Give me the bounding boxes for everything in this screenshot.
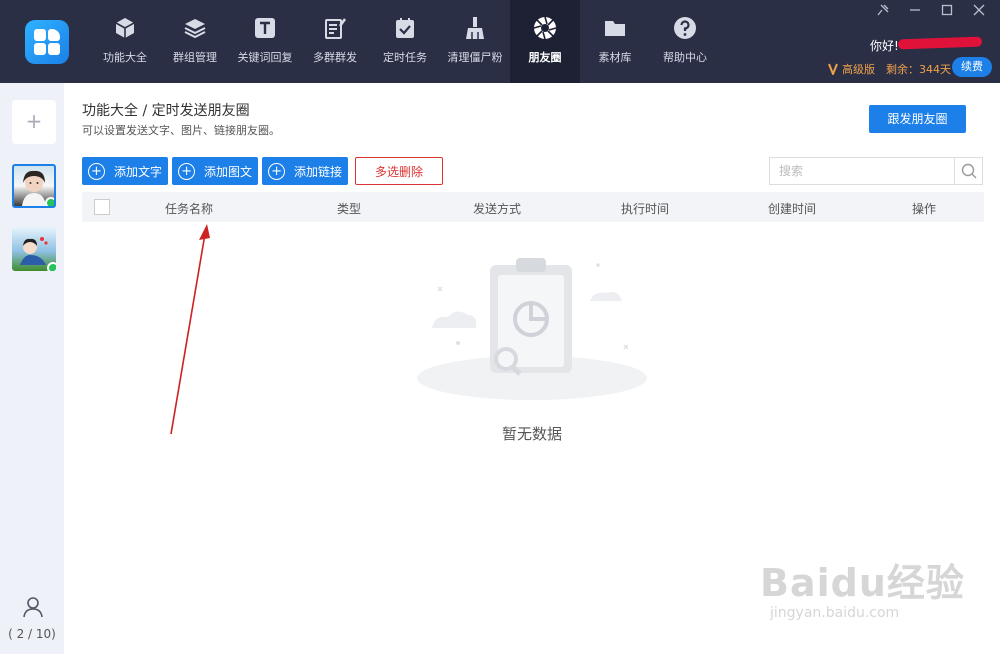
account-avatar[interactable] <box>12 164 56 208</box>
search-box <box>769 157 983 185</box>
minimize-icon[interactable] <box>908 4 922 20</box>
edit-note-icon <box>323 16 347 40</box>
action-toolbar: + 添加文字 + 添加图文 + 添加链接 多选删除 <box>82 157 444 185</box>
redaction-mark <box>897 36 983 50</box>
follow-moments-button[interactable]: 跟发朋友圈 <box>869 105 966 133</box>
button-label: 添加文字 <box>114 164 163 179</box>
add-image-text-button[interactable]: + 添加图文 <box>172 157 259 185</box>
plus-circle-icon: + <box>178 162 196 180</box>
plan-label: 高级版 <box>842 63 875 76</box>
nav-label: 定时任务 <box>383 51 427 64</box>
app-logo <box>25 20 69 64</box>
nav-label: 关键词回复 <box>237 51 293 64</box>
plus-circle-icon: + <box>268 162 286 180</box>
top-bar: 功能大全 群组管理 关键词回复 多群群发 定时任务 清理僵尸粉 朋友圈 素材库 … <box>0 0 1000 83</box>
maximize-icon[interactable] <box>940 4 954 20</box>
broom-icon <box>463 16 487 40</box>
select-all-checkbox[interactable] <box>94 199 110 215</box>
search-input[interactable] <box>770 158 950 184</box>
nav-label: 功能大全 <box>103 51 147 64</box>
watermark-url: jingyan.baidu.com <box>770 605 900 621</box>
vip-v-icon <box>828 63 838 75</box>
page-subtitle: 可以设置发送文字、图片、链接朋友圈。 <box>82 124 280 137</box>
column-task-name[interactable]: 任务名称 <box>165 200 213 217</box>
column-exec-time[interactable]: 执行时间 <box>621 200 669 217</box>
aperture-icon <box>533 16 557 40</box>
nav-item-clean-zombie[interactable]: 清理僵尸粉 <box>440 0 510 83</box>
online-status-dot <box>47 262 56 271</box>
breadcrumb: 功能大全 / 定时发送朋友圈 <box>82 103 250 119</box>
column-created-time[interactable]: 创建时间 <box>768 200 816 217</box>
nav-label: 朋友圈 <box>528 51 562 64</box>
account-sidebar: + ( 2 / 10) <box>0 83 64 654</box>
nav-label: 群组管理 <box>173 51 217 64</box>
nav-item-help[interactable]: 帮助中心 <box>650 0 720 83</box>
online-status-dot <box>45 197 54 206</box>
renew-button[interactable]: 续费 <box>952 57 992 77</box>
user-greeting: 你好! <box>870 39 899 53</box>
cube-icon <box>113 16 137 40</box>
table-header: 任务名称 类型 发送方式 执行时间 创建时间 操作 <box>82 192 984 222</box>
empty-state-illustration <box>412 253 652 407</box>
watermark-main: Baidu经验 <box>760 561 965 605</box>
remaining-days: 剩余：344天 <box>886 63 951 76</box>
account-avatar[interactable] <box>12 227 56 271</box>
column-type[interactable]: 类型 <box>337 200 361 217</box>
plan-badge: 高级版 <box>828 61 875 77</box>
help-icon <box>673 16 697 40</box>
pin-icon[interactable] <box>876 4 890 20</box>
account-count: ( 2 / 10) <box>8 627 56 641</box>
baidu-watermark: Baidu经验 jingyan.baidu.com <box>760 552 965 621</box>
nav-item-mass-send[interactable]: 多群群发 <box>300 0 370 83</box>
plus-circle-icon: + <box>88 162 105 180</box>
nav-label: 素材库 <box>598 51 632 64</box>
text-t-icon <box>253 16 277 40</box>
add-link-button[interactable]: + 添加链接 <box>262 157 349 185</box>
empty-state-text: 暂无数据 <box>501 425 562 443</box>
column-actions[interactable]: 操作 <box>912 200 936 217</box>
nav-item-moments[interactable]: 朋友圈 <box>510 0 580 83</box>
main-nav: 功能大全 群组管理 关键词回复 多群群发 定时任务 清理僵尸粉 朋友圈 素材库 … <box>90 0 720 83</box>
nav-item-scheduled-tasks[interactable]: 定时任务 <box>370 0 440 83</box>
nav-item-groups[interactable]: 群组管理 <box>160 0 230 83</box>
close-icon[interactable] <box>972 4 986 20</box>
layers-icon <box>183 16 207 40</box>
nav-item-features[interactable]: 功能大全 <box>90 0 160 83</box>
nav-item-keyword-reply[interactable]: 关键词回复 <box>230 0 300 83</box>
nav-item-materials[interactable]: 素材库 <box>580 0 650 83</box>
nav-label: 帮助中心 <box>663 51 707 64</box>
nav-label: 清理僵尸粉 <box>447 51 503 64</box>
button-label: 添加图文 <box>204 164 253 179</box>
nav-label: 多群群发 <box>313 51 357 64</box>
calendar-check-icon <box>393 16 417 40</box>
add-text-button[interactable]: + 添加文字 <box>82 157 169 185</box>
search-icon[interactable] <box>954 158 982 184</box>
button-label: 添加链接 <box>294 164 343 179</box>
folder-icon <box>603 16 627 40</box>
multi-delete-button[interactable]: 多选删除 <box>355 157 444 185</box>
column-send-method[interactable]: 发送方式 <box>473 200 521 217</box>
accounts-icon[interactable] <box>22 596 44 622</box>
window-controls <box>876 4 986 20</box>
add-account-button[interactable]: + <box>12 100 56 144</box>
